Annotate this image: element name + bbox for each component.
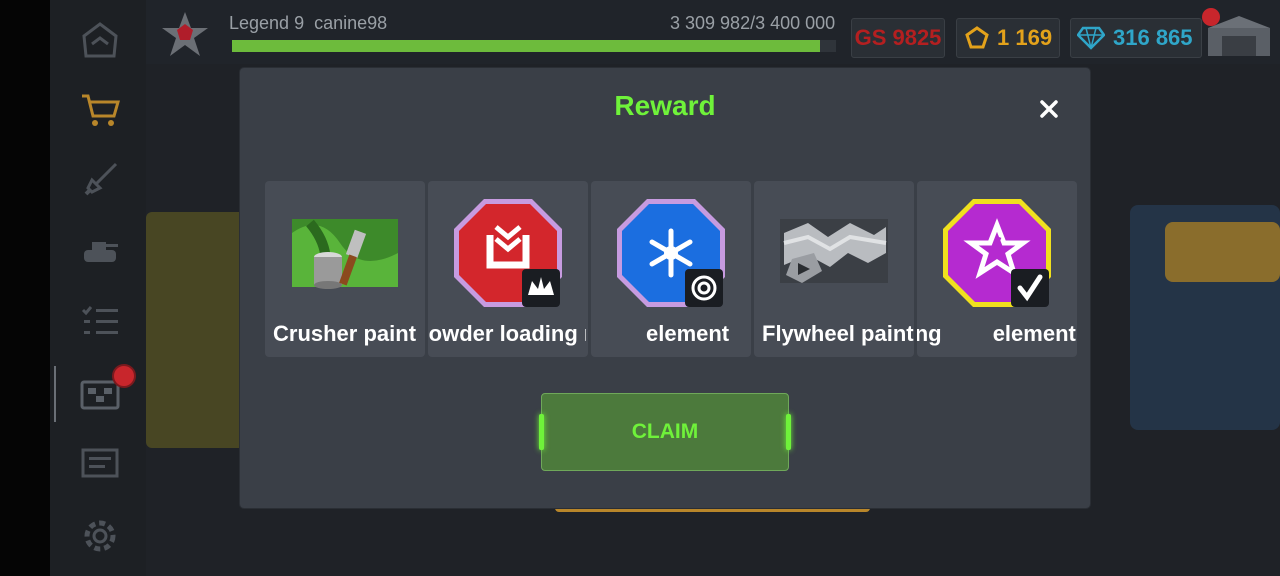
reward-label: Powder loading m <box>428 321 586 351</box>
garage-notification-dot <box>1202 8 1220 26</box>
reward-label-text: Powder loading m <box>428 321 586 346</box>
close-icon <box>1040 100 1058 118</box>
player-rank: Legend 9 <box>229 13 305 33</box>
gem-icon <box>1077 26 1105 50</box>
top-bar: Legend 9 canine98 3 309 982/3 400 000 GS… <box>146 0 1280 64</box>
rank-star-icon <box>156 10 214 62</box>
cold-element-icon <box>611 195 731 311</box>
settings-icon[interactable] <box>76 512 124 560</box>
reward-label-text: Jamming element <box>917 321 1076 346</box>
xp-progress-fill <box>232 40 820 52</box>
claim-label: CLAIM <box>631 420 699 443</box>
gs-value: GS 9825 <box>854 25 942 50</box>
reward-label: Jamming element <box>917 321 1077 351</box>
home-icon[interactable] <box>76 16 124 64</box>
xp-text: 3 309 982/3 400 000 <box>670 13 836 33</box>
reward-dialog: Reward Crusher paint owder loading eleme… <box>240 68 1090 508</box>
claim-glow-right <box>786 414 791 450</box>
xp-progress-bar <box>232 40 836 52</box>
sidebar-selection-indicator <box>54 366 56 422</box>
flywheel-paint-icon <box>774 195 894 311</box>
tasks-icon[interactable] <box>76 298 124 346</box>
module-icon <box>448 195 568 311</box>
weapons-icon[interactable] <box>76 156 124 204</box>
gold-value: 1 169 <box>997 25 1053 50</box>
dialog-title: Reward <box>614 90 716 121</box>
reward-label: Cold element <box>591 321 751 351</box>
reward-label-text: Cold element <box>591 321 730 346</box>
reward-card[interactable]: Flywheel paint <box>754 181 914 357</box>
jamming-element-icon <box>937 195 1057 311</box>
claim-glow-left <box>539 414 544 450</box>
sidebar <box>50 0 146 576</box>
paint-icon <box>285 195 405 311</box>
reward-list[interactable]: Crusher paint Powder loading m <box>265 181 1077 359</box>
reward-card[interactable]: Cold element <box>591 181 751 357</box>
gold-icon <box>965 26 989 50</box>
reward-card[interactable]: Powder loading m <box>428 181 588 357</box>
left-edge <box>0 0 50 576</box>
background-crate-left <box>146 212 246 448</box>
reward-card[interactable]: Jamming element <box>917 181 1077 357</box>
reward-label: Flywheel paint <box>762 321 914 346</box>
close-button[interactable] <box>1032 92 1066 126</box>
player-rank-name: Legend 9 canine98 <box>229 13 387 34</box>
gem-counter[interactable]: 316 865 <box>1070 18 1202 58</box>
reward-label: Crusher paint <box>273 321 417 346</box>
news-icon[interactable] <box>76 440 124 488</box>
gem-value: 316 865 <box>1113 25 1193 50</box>
hangar-icon[interactable] <box>76 226 124 274</box>
background-crate-right-band <box>1165 222 1280 282</box>
crates-notification-dot <box>112 364 136 388</box>
reward-card[interactable]: Crusher paint <box>265 181 425 357</box>
gold-counter[interactable]: 1 169 <box>956 18 1060 58</box>
claim-button[interactable]: CLAIM <box>539 393 791 471</box>
shop-icon[interactable] <box>76 86 124 134</box>
gs-badge[interactable]: GS 9825 <box>851 18 945 58</box>
player-username: canine98 <box>314 13 388 33</box>
